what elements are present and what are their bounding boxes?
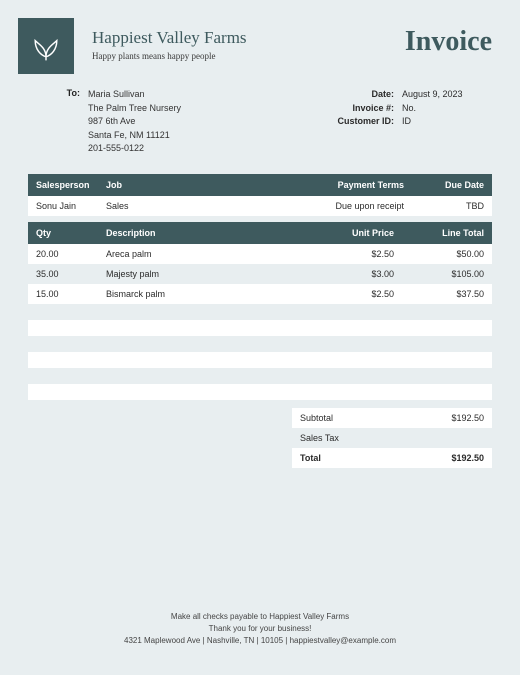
desc: Bismarck palm (98, 284, 312, 304)
th-total: Line Total (402, 222, 492, 244)
qty: 20.00 (28, 244, 98, 264)
footer: Make all checks payable to Happiest Vall… (0, 611, 520, 647)
qty: 35.00 (28, 264, 98, 284)
job: Sales (98, 196, 292, 216)
qty: 15.00 (28, 284, 98, 304)
empty-row (28, 384, 492, 400)
th-unit: Unit Price (312, 222, 402, 244)
subtotal-label: Subtotal (300, 413, 414, 423)
footer-line3: 4321 Maplewood Ave | Nashville, TN | 101… (0, 635, 520, 647)
grand-label: Total (300, 453, 414, 463)
bill-to-line2: 987 6th Ave (88, 115, 181, 129)
bill-to-body: Maria Sullivan The Palm Tree Nursery 987… (88, 88, 181, 156)
custid-label: Customer ID: (312, 115, 402, 129)
item-row: 20.00 Areca palm $2.50 $50.00 (28, 244, 492, 264)
empty-row (28, 352, 492, 368)
grand-value: $192.50 (414, 453, 484, 463)
date-label: Date: (312, 88, 402, 102)
desc: Areca palm (98, 244, 312, 264)
company-name: Happiest Valley Farms (92, 28, 405, 48)
items-table: Qty Description Unit Price Line Total 20… (28, 222, 492, 400)
meta-row: To: Maria Sullivan The Palm Tree Nursery… (0, 82, 520, 174)
subtotal-value: $192.50 (414, 413, 484, 423)
th-terms: Payment Terms (292, 174, 412, 196)
due: TBD (412, 196, 492, 216)
th-due: Due Date (412, 174, 492, 196)
item-row: 15.00 Bismarck palm $2.50 $37.50 (28, 284, 492, 304)
item-row: 35.00 Majesty palm $3.00 $105.00 (28, 264, 492, 284)
company-tagline: Happy plants means happy people (92, 51, 405, 61)
empty-row (28, 336, 492, 352)
bill-to-label: To: (28, 88, 88, 156)
empty-row (28, 368, 492, 384)
totals: Subtotal $192.50 Sales Tax Total $192.50 (292, 408, 492, 468)
bill-to-line3: Santa Fe, NM 11121 (88, 129, 181, 143)
empty-row (28, 320, 492, 336)
bill-to-line4: 201-555-0122 (88, 142, 181, 156)
custid-value: ID (402, 115, 492, 129)
header: Happiest Valley Farms Happy plants means… (0, 0, 520, 82)
invno-label: Invoice #: (312, 102, 402, 116)
unit: $2.50 (312, 284, 402, 304)
terms: Due upon receipt (292, 196, 412, 216)
date-value: August 9, 2023 (402, 88, 492, 102)
subtotal-row: Subtotal $192.50 (292, 408, 492, 428)
tax-row: Sales Tax (292, 428, 492, 448)
th-qty: Qty (28, 222, 98, 244)
sales-row: Sonu Jain Sales Due upon receipt TBD (28, 196, 492, 216)
unit: $3.00 (312, 264, 402, 284)
grand-row: Total $192.50 (292, 448, 492, 468)
salesperson: Sonu Jain (28, 196, 98, 216)
invno-value: No. (402, 102, 492, 116)
invoice-meta: Date:August 9, 2023 Invoice #:No. Custom… (312, 88, 492, 156)
desc: Majesty palm (98, 264, 312, 284)
tax-value (414, 433, 484, 443)
empty-row (28, 304, 492, 320)
unit: $2.50 (312, 244, 402, 264)
sales-table: Salesperson Job Payment Terms Due Date S… (28, 174, 492, 216)
footer-line2: Thank you for your business! (0, 623, 520, 635)
bill-to: To: Maria Sullivan The Palm Tree Nursery… (28, 88, 312, 156)
tax-label: Sales Tax (300, 433, 414, 443)
total: $37.50 (402, 284, 492, 304)
th-desc: Description (98, 222, 312, 244)
document-title: Invoice (405, 18, 492, 58)
logo (18, 18, 74, 74)
footer-line1: Make all checks payable to Happiest Vall… (0, 611, 520, 623)
th-salesperson: Salesperson (28, 174, 98, 196)
total: $50.00 (402, 244, 492, 264)
bill-to-line1: The Palm Tree Nursery (88, 102, 181, 116)
leaf-icon (28, 28, 64, 64)
th-job: Job (98, 174, 292, 196)
company-block: Happiest Valley Farms Happy plants means… (92, 18, 405, 61)
total: $105.00 (402, 264, 492, 284)
bill-to-name: Maria Sullivan (88, 88, 181, 102)
